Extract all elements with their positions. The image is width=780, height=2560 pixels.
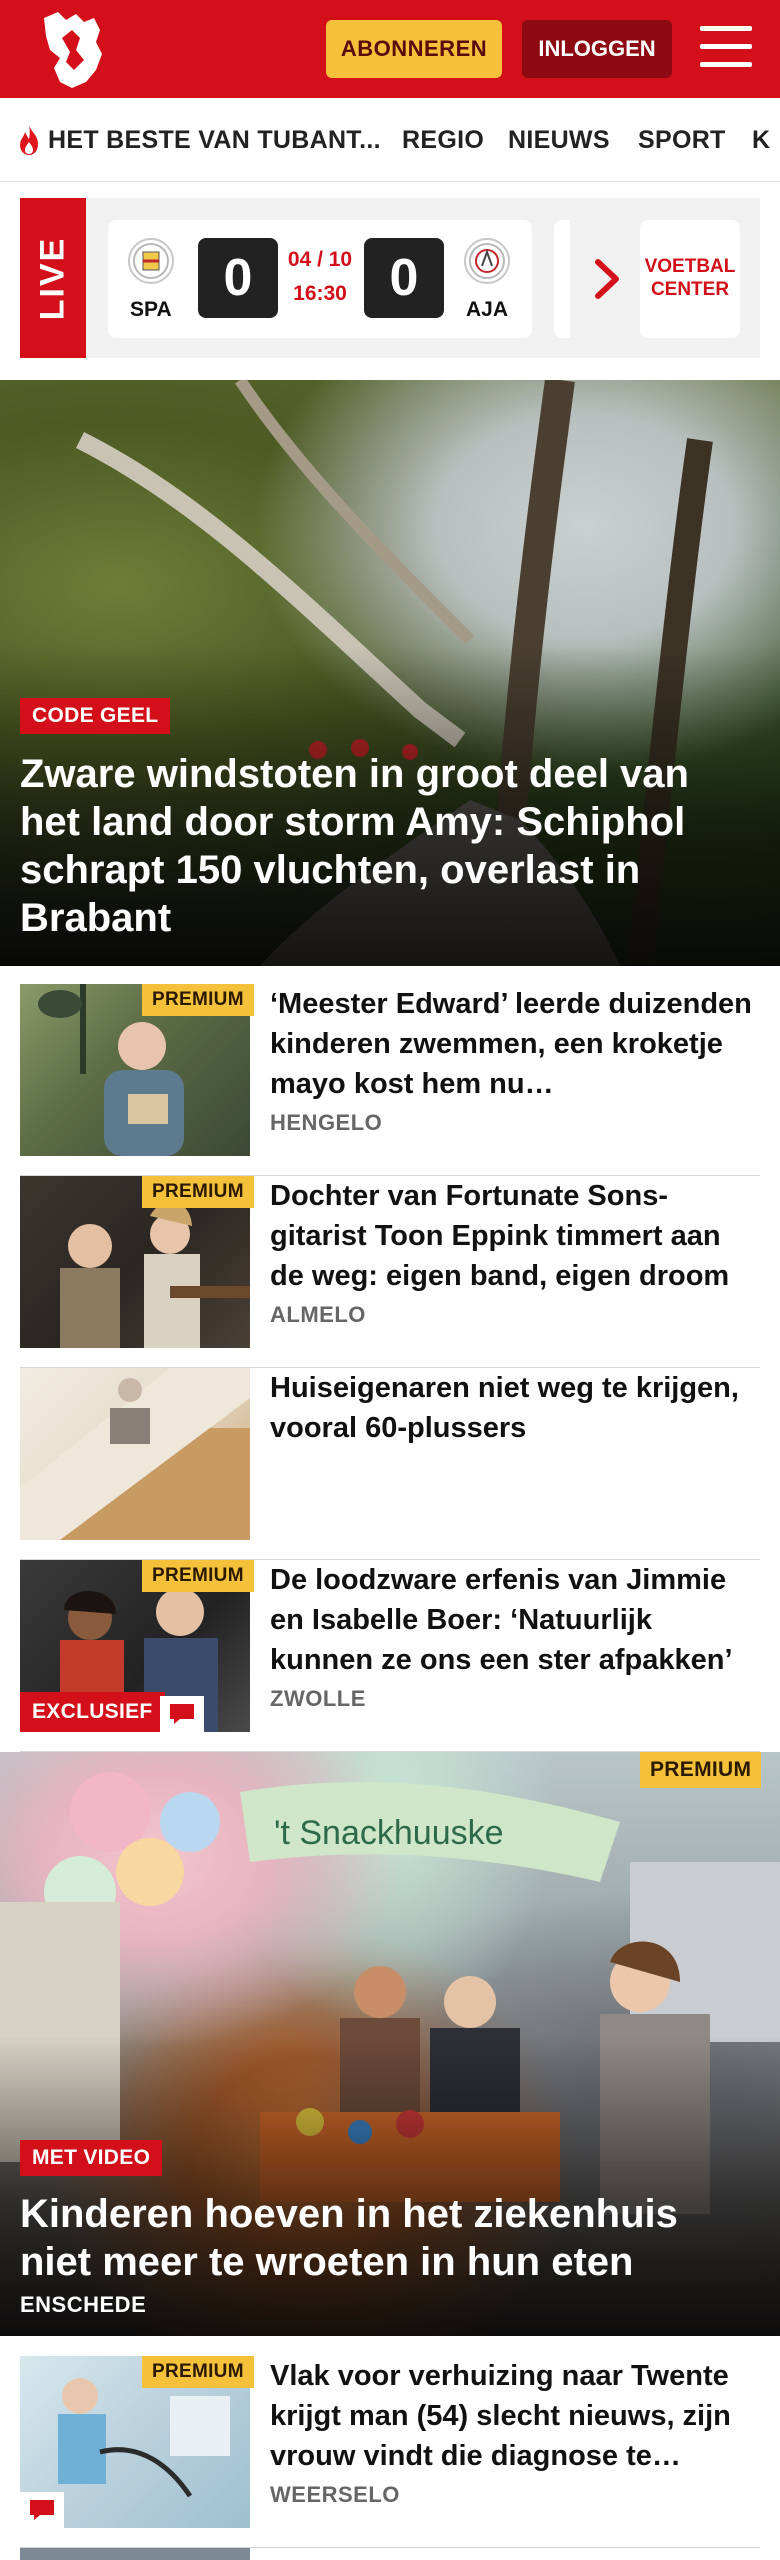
article-title[interactable]: De loodzware erfenis van Jimmie en Isabe… [270, 1560, 760, 1680]
live-scores-bar: LIVE SPA 0 04 / 10 16:30 0 AJA VOETBAL C… [20, 198, 760, 358]
nav-item-nieuws[interactable]: NIEUWS [508, 98, 610, 181]
premium-badge: PREMIUM [142, 1176, 254, 1208]
comment-icon [160, 1696, 204, 1732]
nav-item-regio[interactable]: REGIO [402, 98, 485, 181]
home-team-abbr: SPA [130, 298, 172, 321]
away-team-abbr: AJA [466, 298, 509, 321]
flame-icon [20, 125, 38, 155]
premium-badge: PREMIUM [640, 1752, 762, 1788]
live-label: LIVE [20, 198, 86, 358]
hero-article-storm[interactable]: CODE GEEL Zware windstoten in groot deel… [0, 380, 780, 966]
snack-sign-text: 't Snackhuuske [274, 1814, 504, 1852]
tubantia-horse-logo-icon[interactable] [36, 8, 108, 92]
nav-item-label: K [752, 125, 771, 154]
away-team-logo-icon [464, 238, 510, 284]
exclusive-badge: EXCLUSIEF [20, 1692, 165, 1732]
video-label: MET VIDEO [20, 2140, 163, 2176]
hero-title[interactable]: Zware windstoten in groot deel van het l… [20, 750, 750, 942]
list-item[interactable]: PREMIUM ‘Meester Edward’ leerde duizende… [20, 984, 760, 1176]
next-article-thumbnail [20, 2548, 250, 2560]
hero-gradient [0, 2036, 780, 2336]
article-title[interactable]: Dochter van Fortunate Sons-gitarist Toon… [270, 1176, 760, 1296]
subscribe-button[interactable]: ABONNEREN [326, 20, 502, 78]
hero-title[interactable]: Kinderen hoeven in het ziekenhuis niet m… [20, 2190, 750, 2286]
list-item[interactable]: PREMIUM Dochter van Fortunate Sons-gitar… [20, 1176, 760, 1368]
chevron-right-icon[interactable] [590, 256, 626, 302]
article-location: HENGELO [270, 1110, 383, 1135]
article-location: ALMELO [270, 1302, 366, 1327]
comment-icon [20, 2492, 64, 2528]
nav-item-label: NIEUWS [508, 125, 610, 154]
article-title[interactable]: Vlak voor verhuizing naar Twente krijgt … [270, 2356, 760, 2476]
article-location: ZWOLLE [270, 1686, 366, 1711]
article-title[interactable]: ‘Meester Edward’ leerde duizenden kinder… [270, 984, 760, 1104]
away-score: 0 [364, 238, 444, 318]
section-nav: HET BESTE VAN TUBANT... REGIO NIEUWS SPO… [0, 98, 780, 182]
match-card[interactable]: SPA 0 04 / 10 16:30 0 AJA [108, 220, 532, 338]
list-item[interactable]: PREMIUM Vlak voor verhuizing naar Twente… [20, 2356, 760, 2548]
voetbal-center-link[interactable]: VOETBAL CENTER [640, 220, 740, 338]
match-time: 16:30 [293, 282, 347, 305]
list-item[interactable]: PREMIUM EXCLUSIEF De loodzware erfenis v… [20, 1560, 760, 1752]
nav-item-label: REGIO [402, 125, 485, 154]
premium-badge: PREMIUM [142, 2356, 254, 2388]
category-label: CODE GEEL [20, 698, 171, 734]
article-title[interactable]: Huiseigenaren niet weg te krijgen, voora… [270, 1368, 760, 1448]
hero-article-hospital[interactable]: 't Snackhuuske PREMIUM MET VIDEO Kindere… [0, 1752, 780, 2336]
home-team-logo-icon [128, 238, 174, 284]
nav-item-label: HET BESTE VAN TUBANT... [48, 125, 381, 154]
hamburger-menu-icon[interactable] [700, 24, 752, 72]
home-score: 0 [198, 238, 278, 318]
list-item[interactable]: Huiseigenaren niet weg te krijgen, voora… [20, 1368, 760, 1560]
login-button[interactable]: INLOGGEN [522, 20, 672, 78]
next-match-card[interactable] [554, 220, 570, 338]
nav-item-sport[interactable]: SPORT [638, 98, 726, 181]
match-date: 04 / 10 [287, 248, 353, 271]
nav-item-more[interactable]: K [752, 98, 771, 181]
site-header: ABONNEREN INLOGGEN [0, 0, 780, 98]
article-location: WEERSELO [270, 2482, 400, 2507]
hero-location: ENSCHEDE [20, 2292, 147, 2317]
nav-item-best-of[interactable]: HET BESTE VAN TUBANT... [16, 98, 381, 181]
article-thumbnail [20, 1368, 250, 1540]
premium-badge: PREMIUM [142, 1560, 254, 1592]
nav-item-label: SPORT [638, 125, 726, 154]
premium-badge: PREMIUM [142, 984, 254, 1016]
